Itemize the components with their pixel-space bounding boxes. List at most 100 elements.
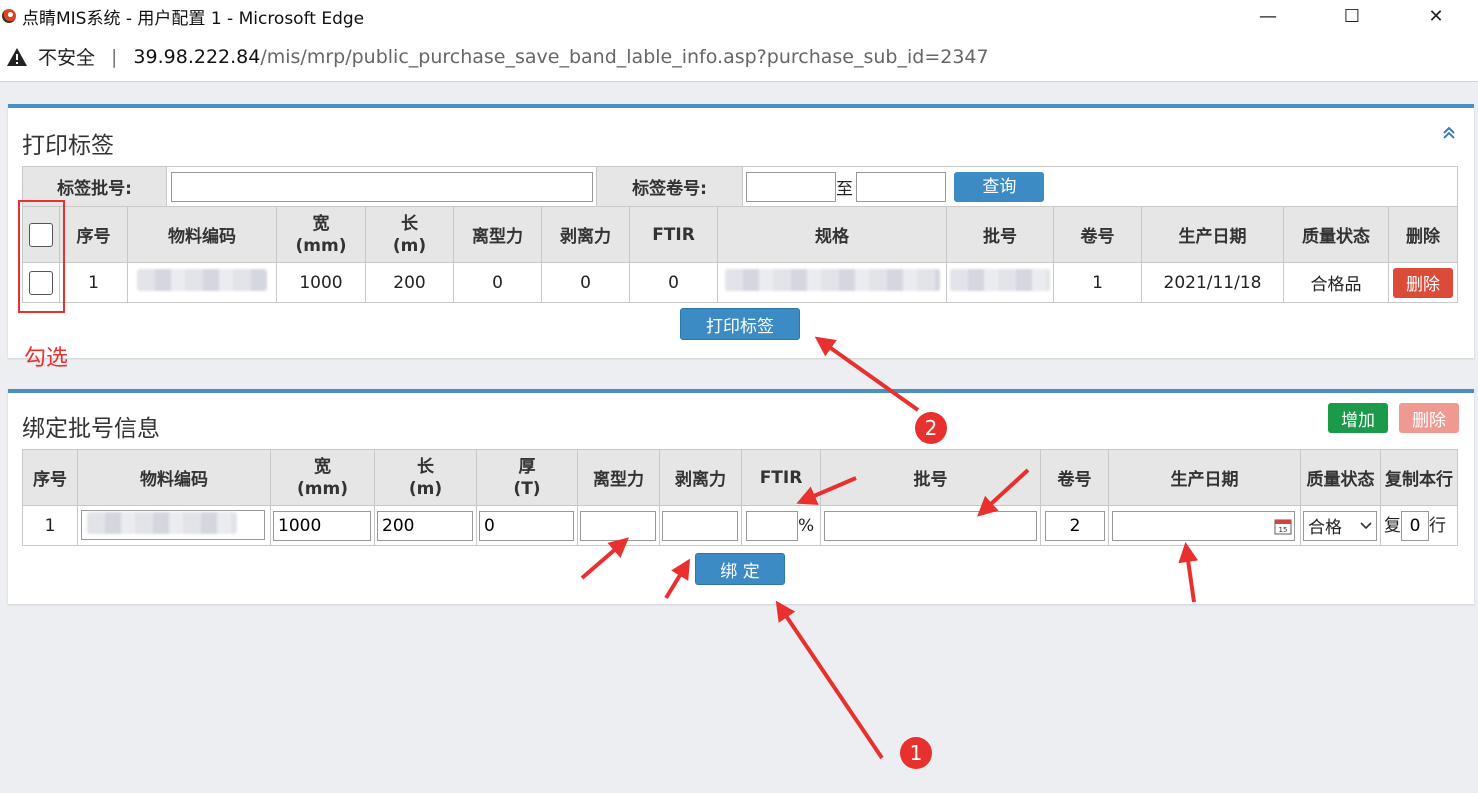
cell-seq: 1 [22, 505, 78, 546]
bind-button[interactable]: 绑 定 [695, 553, 785, 585]
ftir-input[interactable] [746, 510, 798, 541]
header-spec: 规格 [717, 206, 947, 263]
release-force-input[interactable] [580, 510, 656, 541]
material-code-redacted [87, 512, 237, 534]
cell-peel-force: 0 [541, 262, 630, 303]
row-delete-button[interactable]: 删除 [1393, 267, 1453, 298]
cell-seq: 1 [59, 262, 128, 303]
url-host: 39.98.222.84 [133, 45, 261, 68]
batch-redacted [950, 269, 1050, 291]
percent-sign: % [798, 515, 815, 536]
warning-icon[interactable] [6, 47, 28, 67]
table-row: 1 % 15 合格 [22, 505, 1458, 546]
query-button[interactable]: 查询 [954, 171, 1045, 202]
header-delete: 删除 [1388, 206, 1458, 263]
app-logo-icon [2, 9, 16, 23]
insecure-label[interactable]: 不安全 [38, 43, 95, 70]
copy-suffix: 行 [1429, 515, 1446, 536]
url-text[interactable]: 39.98.222.84/mis/mrp/public_purchase_sav… [133, 46, 988, 68]
step-2-badge: 2 [915, 412, 947, 444]
url-path: /mis/mrp/public_purchase_save_band_lable… [260, 45, 989, 68]
header-peel-force: 剥离力 [541, 206, 630, 263]
width-input[interactable] [273, 510, 371, 541]
cell-release-force: 0 [453, 262, 542, 303]
header-material-code: 物料编码 [127, 206, 277, 263]
roll-label: 标签卷号: [596, 166, 743, 207]
arrow-to-bind-button [775, 600, 884, 760]
header-peel-force: 剥离力 [659, 449, 742, 506]
cell-width: 1000 [276, 262, 366, 303]
batch-input[interactable] [824, 510, 1037, 541]
batch-label: 标签批号: [22, 166, 167, 207]
bind-batch-panel: 绑定批号信息 增加 删除 序号 物料编码 宽 (mm) 长 (m) 厚 (T) … [8, 389, 1474, 604]
print-label-table: 序号 物料编码 宽 (mm) 长 (m) 离型力 剥离力 FTIR 规格 批号 … [22, 206, 1458, 303]
header-quality: 质量状态 [1300, 449, 1381, 506]
header-release-force: 离型力 [453, 206, 542, 263]
add-button[interactable]: 增加 [1328, 403, 1388, 433]
header-width: 宽 (mm) [270, 449, 375, 506]
print-label-panel: 打印标签 标签批号: 标签卷号: 至 查询 序号 物料编码 宽 (mm) 长 (… [8, 104, 1474, 358]
header-batch: 批号 [946, 206, 1054, 263]
header-date: 生产日期 [1108, 449, 1301, 506]
minimize-icon: — [1259, 5, 1277, 27]
maximize-icon: ☐ [1343, 5, 1361, 27]
cell-quality: 合格品 [1283, 262, 1389, 303]
header-batch: 批号 [820, 449, 1041, 506]
address-separator: | [111, 45, 118, 68]
header-seq: 序号 [22, 449, 78, 506]
svg-text:15: 15 [1279, 526, 1288, 534]
header-quality: 质量状态 [1283, 206, 1389, 263]
header-length: 长 (m) [374, 449, 477, 506]
bind-batch-table: 序号 物料编码 宽 (mm) 长 (m) 厚 (T) 离型力 剥离力 FTIR … [22, 449, 1458, 546]
header-length: 长 (m) [365, 206, 454, 263]
calendar-icon[interactable]: 15 [1274, 517, 1292, 535]
minimize-button[interactable]: — [1226, 0, 1310, 32]
roll-from-input[interactable] [746, 171, 836, 202]
material-code-redacted [137, 269, 267, 291]
table-row: 1 1000 200 0 0 0 1 2021/11/18 合格品 删除 [22, 262, 1458, 303]
roll-to-input[interactable] [856, 171, 946, 202]
select-all-checkbox[interactable] [29, 222, 53, 247]
row-checkbox[interactable] [29, 270, 53, 295]
maximize-button[interactable]: ☐ [1310, 0, 1394, 32]
chevron-up-double-icon[interactable] [1442, 126, 1456, 140]
quality-select-value: 合格 [1308, 518, 1342, 538]
address-bar[interactable]: 不安全 | 39.98.222.84/mis/mrp/public_purcha… [0, 32, 1478, 82]
thickness-input[interactable] [479, 510, 574, 541]
header-material-code: 物料编码 [77, 449, 271, 506]
step-1-badge: 1 [900, 737, 932, 769]
header-copy-row: 复制本行 [1380, 449, 1458, 506]
close-button[interactable]: ✕ [1394, 0, 1478, 32]
to-label: 至 [836, 179, 853, 199]
cell-ftir: 0 [629, 262, 718, 303]
copy-label: 复 [1384, 515, 1401, 536]
print-panel-title: 打印标签 [22, 133, 114, 159]
chevron-down-icon [1360, 521, 1372, 529]
cell-length: 200 [365, 262, 454, 303]
print-label-button[interactable]: 打印标签 [680, 308, 800, 340]
header-release-force: 离型力 [577, 449, 660, 506]
cell-date: 2021/11/18 [1141, 262, 1284, 303]
header-seq: 序号 [59, 206, 128, 263]
window-title-bar: 点睛MIS系统 - 用户配置 1 - Microsoft Edge — ☐ ✕ [0, 0, 1478, 32]
quality-select[interactable]: 合格 [1303, 510, 1377, 541]
production-date-input[interactable] [1112, 510, 1295, 541]
print-search-table: 标签批号: 标签卷号: 至 查询 [22, 166, 1458, 207]
header-roll: 卷号 [1040, 449, 1109, 506]
peel-force-input[interactable] [662, 510, 738, 541]
header-date: 生产日期 [1141, 206, 1284, 263]
spec-redacted [724, 269, 940, 291]
roll-input[interactable] [1045, 510, 1105, 541]
bind-panel-title: 绑定批号信息 [22, 416, 160, 442]
header-ftir: FTIR [629, 206, 718, 263]
header-width: 宽 (mm) [276, 206, 366, 263]
bind-delete-button[interactable]: 删除 [1399, 403, 1459, 433]
length-input[interactable] [377, 510, 473, 541]
header-roll: 卷号 [1053, 206, 1142, 263]
cell-roll: 1 [1053, 262, 1142, 303]
header-ftir: FTIR [741, 449, 821, 506]
window-title: 点睛MIS系统 - 用户配置 1 - Microsoft Edge [22, 8, 365, 29]
copy-count-input[interactable] [1401, 510, 1429, 541]
batch-search-input[interactable] [171, 171, 593, 202]
header-thickness: 厚 (T) [476, 449, 578, 506]
